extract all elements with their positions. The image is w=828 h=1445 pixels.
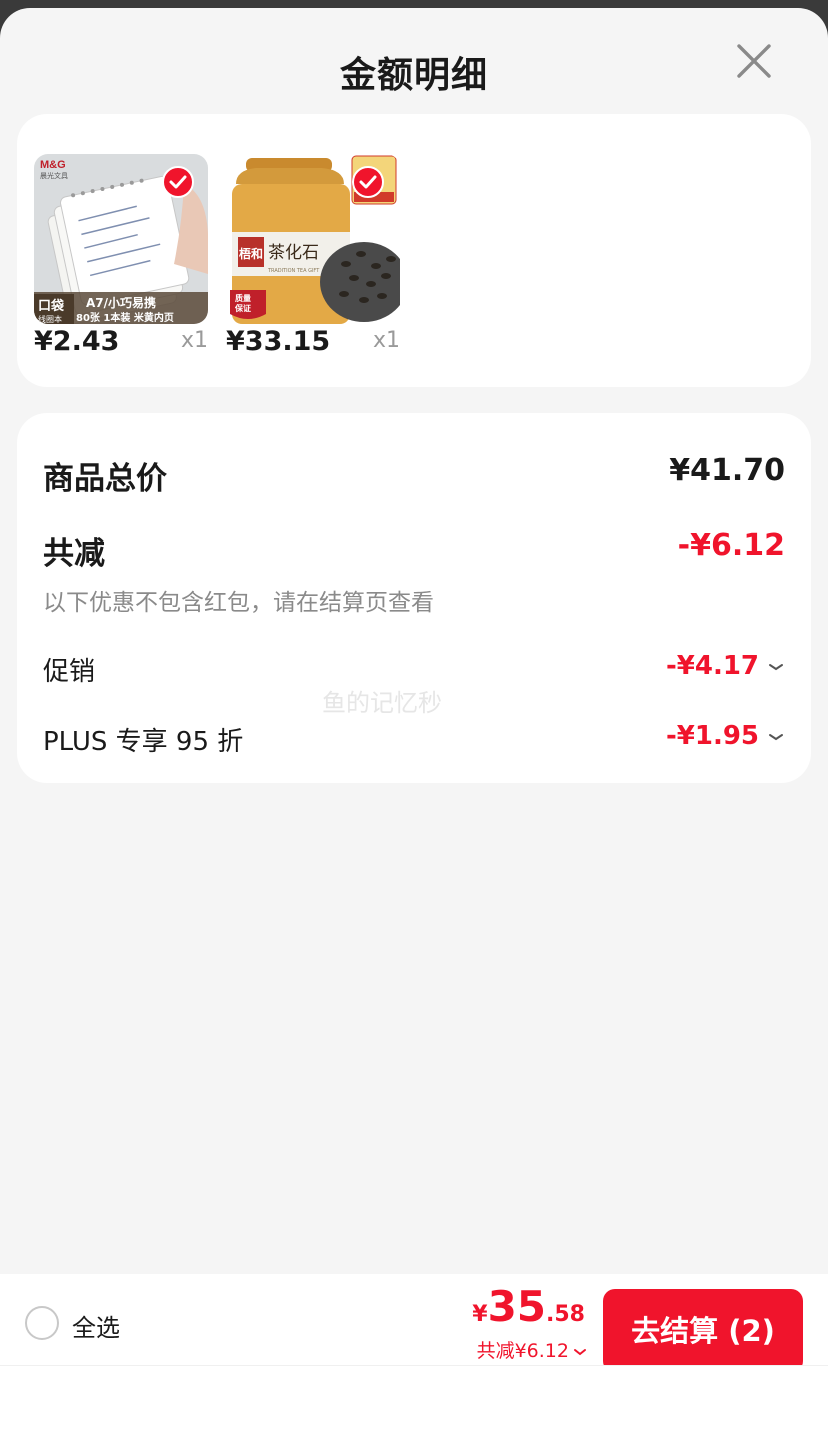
plus-discount-label: PLUS 专享 95 折 bbox=[43, 727, 244, 757]
watermark-text: 鱼的记忆秒 bbox=[322, 689, 442, 717]
discount-value: -¥6.12 bbox=[677, 528, 785, 563]
product-item: 梧和 茶化石 TRADITION TEA GIFT 质量 保证 ¥33.15 x… bbox=[226, 154, 400, 357]
promo-label: 促销 bbox=[43, 657, 96, 687]
svg-text:茶化石: 茶化石 bbox=[268, 243, 319, 263]
chevron-down-icon bbox=[769, 733, 783, 740]
product-quantity: x1 bbox=[372, 328, 400, 353]
discount-note: 以下优惠不包含红包，请在结算页查看 bbox=[43, 590, 434, 616]
select-all-radio[interactable] bbox=[25, 1306, 59, 1340]
select-all-label: 全选 bbox=[72, 1314, 120, 1342]
discount-label: 共减 bbox=[43, 536, 105, 572]
product-price: ¥2.43 bbox=[34, 326, 120, 357]
amount-detail-sheet: 金额明细 M&G 晨光文具 口袋 线圈本 A7/小巧易携 80张 1本装 米黄内… bbox=[0, 8, 828, 1445]
selected-check-icon[interactable] bbox=[352, 166, 384, 198]
sheet-title: 金额明细 bbox=[339, 55, 488, 96]
product-thumbnail[interactable]: 梧和 茶化石 TRADITION TEA GIFT 质量 保证 bbox=[226, 154, 400, 324]
saved-amount-text: 共减¥6.12 bbox=[476, 1340, 569, 1362]
checkout-bar: 全选 ¥35.58 共减¥6.12 去结算 (2) bbox=[0, 1274, 828, 1373]
svg-text:M&G: M&G bbox=[40, 159, 66, 171]
product-thumbnail[interactable]: M&G 晨光文具 口袋 线圈本 A7/小巧易携 80张 1本装 米黄内页 bbox=[34, 154, 208, 324]
svg-text:A7/小巧易携: A7/小巧易携 bbox=[86, 295, 156, 310]
product-quantity: x1 bbox=[180, 328, 208, 353]
price-summary-card: 商品总价 ¥41.70 共减 -¥6.12 以下优惠不包含红包，请在结算页查看 … bbox=[17, 413, 811, 783]
bottom-safe-area bbox=[0, 1365, 828, 1445]
svg-text:晨光文具: 晨光文具 bbox=[40, 171, 68, 180]
total-price-label: 商品总价 bbox=[43, 461, 167, 497]
promo-value[interactable]: -¥4.17 bbox=[666, 651, 785, 681]
discount-note-row: 以下优惠不包含红包，请在结算页查看 bbox=[43, 583, 785, 616]
total-price-value: ¥41.70 bbox=[669, 453, 785, 488]
saved-amount-toggle[interactable]: 共减¥6.12 bbox=[477, 1336, 587, 1363]
svg-text:梧和: 梧和 bbox=[239, 246, 263, 261]
plus-discount-value[interactable]: -¥1.95 bbox=[666, 721, 785, 751]
discount-item-promo[interactable]: 促销 -¥4.17 bbox=[43, 651, 785, 687]
selected-check-icon[interactable] bbox=[162, 166, 194, 198]
svg-text:质量: 质量 bbox=[235, 293, 251, 303]
svg-text:口袋: 口袋 bbox=[38, 298, 65, 314]
selected-products-card: M&G 晨光文具 口袋 线圈本 A7/小巧易携 80张 1本装 米黄内页 ¥2.… bbox=[17, 114, 811, 387]
discount-row: 共减 -¥6.12 bbox=[43, 528, 785, 572]
svg-text:保证: 保证 bbox=[234, 303, 251, 313]
chevron-down-icon bbox=[769, 663, 783, 670]
close-icon[interactable] bbox=[733, 40, 775, 82]
payable-amount: ¥35.58 bbox=[472, 1282, 585, 1331]
amount-integer: 35 bbox=[487, 1282, 547, 1331]
svg-text:TRADITION TEA GIFT: TRADITION TEA GIFT bbox=[267, 268, 320, 274]
svg-text:线圈本: 线圈本 bbox=[38, 314, 62, 324]
product-item: M&G 晨光文具 口袋 线圈本 A7/小巧易携 80张 1本装 米黄内页 ¥2.… bbox=[34, 154, 208, 357]
amount-decimal: .58 bbox=[546, 1302, 585, 1327]
product-price: ¥33.15 bbox=[226, 326, 331, 357]
total-price-row: 商品总价 ¥41.70 bbox=[43, 453, 785, 497]
svg-text:80张 1本装 米黄内页: 80张 1本装 米黄内页 bbox=[76, 311, 174, 324]
discount-item-plus[interactable]: PLUS 专享 95 折 -¥1.95 bbox=[43, 721, 785, 757]
chevron-down-icon bbox=[574, 1348, 586, 1355]
checkout-button[interactable]: 去结算 (2) bbox=[603, 1289, 803, 1373]
currency-symbol: ¥ bbox=[472, 1302, 488, 1327]
